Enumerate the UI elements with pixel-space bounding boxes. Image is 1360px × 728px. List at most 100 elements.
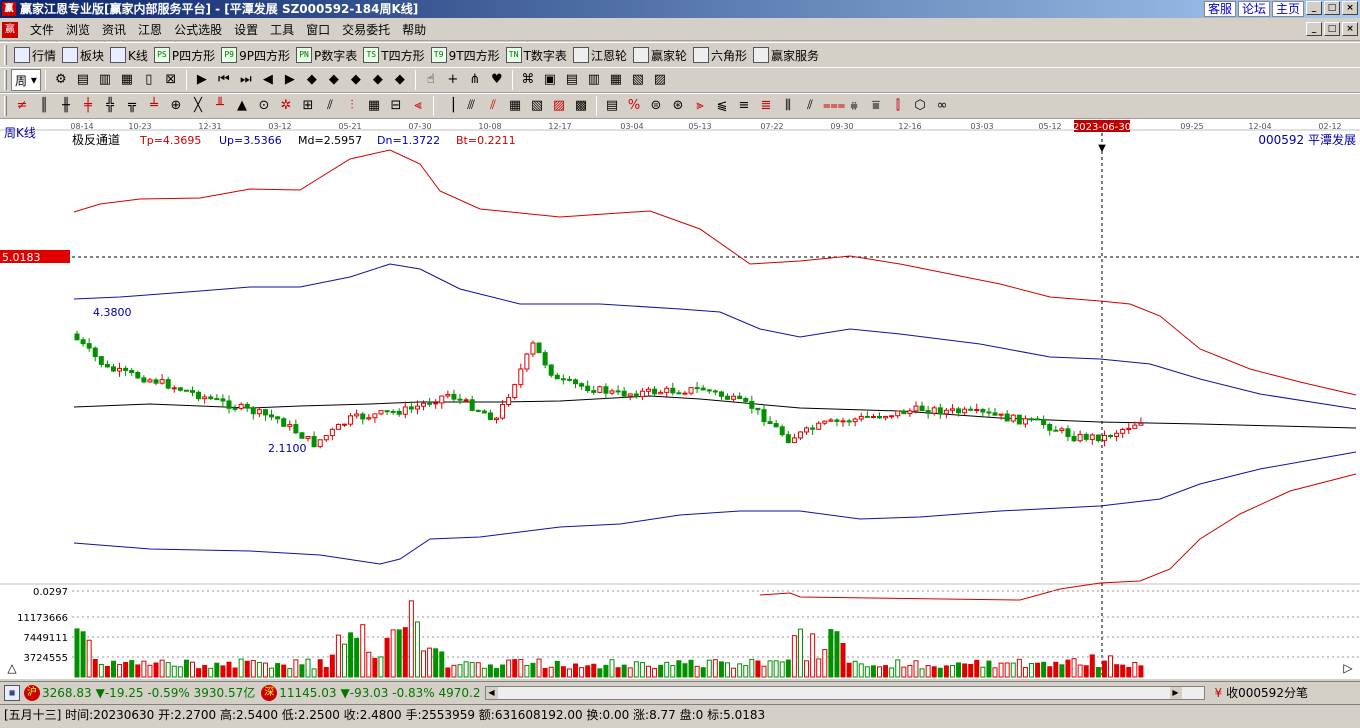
draw-tool-1-icon[interactable]: ║: [35, 97, 53, 115]
toolbar-btn-1[interactable]: 板块: [59, 44, 107, 66]
toolbar-btn-4[interactable]: P9 9P四方形: [218, 44, 293, 66]
toolbar-btn-9[interactable]: 江恩轮: [570, 44, 630, 66]
chart-tool-23-icon[interactable]: ▥: [585, 71, 603, 89]
child-minimize-button[interactable]: _: [1306, 22, 1322, 36]
toolbar-btn-2[interactable]: K线: [107, 44, 151, 66]
draw-tool-36-icon[interactable]: ⩶: [823, 97, 845, 115]
chart-tool-3-icon[interactable]: ▦: [118, 71, 136, 89]
chart-tool-16-icon[interactable]: ☝: [422, 71, 440, 89]
draw-tool-30-icon[interactable]: ⫸: [691, 97, 709, 115]
draw-tool-28-icon[interactable]: ⊜: [647, 97, 665, 115]
draw-tool-20-icon[interactable]: ⫻: [462, 97, 480, 115]
chart-tool-20-icon[interactable]: ⌘: [519, 71, 537, 89]
draw-tool-5-icon[interactable]: ╦: [123, 97, 141, 115]
toolbar-grip[interactable]: [4, 70, 7, 90]
home-link[interactable]: 主页: [1271, 1, 1304, 17]
chart-tool-19-icon[interactable]: ♥: [488, 71, 506, 89]
chart-tool-1-icon[interactable]: ▤: [74, 71, 92, 89]
chart-tool-10-icon[interactable]: ▶: [281, 71, 299, 89]
toolbar-grip[interactable]: [4, 96, 7, 116]
draw-tool-7-icon[interactable]: ⊕: [167, 97, 185, 115]
chart-tool-2-icon[interactable]: ▥: [96, 71, 114, 89]
draw-tool-8-icon[interactable]: ╳: [189, 97, 207, 115]
scroll-left-icon[interactable]: ◀: [485, 686, 498, 699]
app-menu-icon[interactable]: 赢: [2, 21, 18, 38]
menu-news[interactable]: 资讯: [96, 20, 132, 40]
kline-chart[interactable]: 08-14 10-23 12-31 03-12 05-21 07-30 10-08 12-17…: [0, 119, 1360, 679]
toolbar-btn-8[interactable]: TN T数字表: [503, 44, 570, 66]
chart-tool-0-icon[interactable]: ⚙: [52, 71, 70, 89]
draw-tool-4-icon[interactable]: ╬: [101, 97, 119, 115]
draw-tool-24-icon[interactable]: ▨: [550, 97, 568, 115]
menu-browse[interactable]: 浏览: [60, 20, 96, 40]
draw-tool-25-icon[interactable]: ▩: [572, 97, 590, 115]
draw-tool-19-icon[interactable]: ▕: [440, 97, 458, 115]
minimize-button[interactable]: _: [1306, 1, 1322, 15]
draw-tool-40-icon[interactable]: ⬡: [911, 97, 929, 115]
draw-tool-3-icon[interactable]: ╪: [79, 97, 97, 115]
draw-tool-35-icon[interactable]: ⫽: [801, 97, 819, 115]
draw-tool-11-icon[interactable]: ⊙: [255, 97, 273, 115]
draw-tool-31-icon[interactable]: ⫹: [713, 97, 731, 115]
menu-window[interactable]: 窗口: [300, 20, 336, 40]
menu-gann[interactable]: 江恩: [132, 20, 168, 40]
toolbar-btn-12[interactable]: 赢家服务: [750, 44, 822, 66]
draw-tool-0-icon[interactable]: ≠: [13, 97, 31, 115]
grid-icon[interactable]: ▦: [4, 684, 20, 701]
close-button[interactable]: ×: [1342, 1, 1358, 15]
chart-tool-8-icon[interactable]: ⏭: [237, 71, 255, 89]
draw-tool-6-icon[interactable]: ╧: [145, 97, 163, 115]
toolbar-btn-10[interactable]: 赢家轮: [630, 44, 690, 66]
chart-tool-11-icon[interactable]: ◆: [303, 71, 321, 89]
chart-tool-14-icon[interactable]: ◆: [369, 71, 387, 89]
draw-tool-9-icon[interactable]: ╨: [211, 97, 229, 115]
chart-tool-4-icon[interactable]: ▯: [140, 71, 158, 89]
draw-tool-32-icon[interactable]: ≡: [735, 97, 753, 115]
toolbar-btn-5[interactable]: PN P数字表: [293, 44, 360, 66]
toolbar-btn-7[interactable]: T9 9T四方形: [428, 44, 503, 66]
draw-tool-12-icon[interactable]: ✲: [277, 97, 295, 115]
draw-tool-41-icon[interactable]: ∞: [933, 97, 951, 115]
chart-tool-7-icon[interactable]: ⏮: [215, 71, 233, 89]
draw-tool-18-icon[interactable]: ⫷: [409, 97, 427, 115]
chart-tool-5-icon[interactable]: ⊠: [162, 71, 180, 89]
menu-trade[interactable]: 交易委托: [336, 20, 396, 40]
menu-tools[interactable]: 工具: [264, 20, 300, 40]
draw-tool-38-icon[interactable]: ⩸: [867, 97, 885, 115]
chart-tool-18-icon[interactable]: ⋔: [466, 71, 484, 89]
draw-tool-17-icon[interactable]: ⊟: [387, 97, 405, 115]
menu-formula[interactable]: 公式选股: [168, 20, 228, 40]
draw-tool-21-icon[interactable]: ⫽: [484, 97, 502, 115]
menu-settings[interactable]: 设置: [228, 20, 264, 40]
forum-link[interactable]: 论坛: [1237, 1, 1270, 17]
maximize-button[interactable]: □: [1324, 1, 1340, 15]
toolbar-btn-6[interactable]: TS T四方形: [360, 44, 427, 66]
chart-tool-6-icon[interactable]: ▶: [193, 71, 211, 89]
draw-tool-22-icon[interactable]: ▦: [506, 97, 524, 115]
draw-tool-34-icon[interactable]: ⫼: [779, 97, 797, 115]
horizontal-scrollbar[interactable]: ◀ ▶: [484, 685, 1205, 700]
chart-tool-22-icon[interactable]: ▤: [563, 71, 581, 89]
draw-tool-26-icon[interactable]: ▤: [603, 97, 621, 115]
draw-tool-37-icon[interactable]: ⩷: [845, 97, 863, 115]
draw-tool-27-icon[interactable]: %: [625, 97, 643, 115]
draw-tool-13-icon[interactable]: ⊞: [299, 97, 317, 115]
toolbar-grip[interactable]: [4, 45, 7, 65]
draw-tool-16-icon[interactable]: ▦: [365, 97, 383, 115]
menu-file[interactable]: 文件: [24, 20, 60, 40]
chart-tool-17-icon[interactable]: +: [444, 71, 462, 89]
draw-tool-23-icon[interactable]: ▧: [528, 97, 546, 115]
toolbar-btn-11[interactable]: 六角形: [690, 44, 750, 66]
chart-tool-13-icon[interactable]: ◆: [347, 71, 365, 89]
child-restore-button[interactable]: □: [1324, 22, 1340, 36]
menu-help[interactable]: 帮助: [396, 20, 432, 40]
chart-tool-9-icon[interactable]: ◀: [259, 71, 277, 89]
draw-tool-10-icon[interactable]: ▲: [233, 97, 251, 115]
chart-tool-21-icon[interactable]: ▣: [541, 71, 559, 89]
scroll-right-icon[interactable]: ▶: [1169, 686, 1182, 699]
toolbar-btn-3[interactable]: PS P四方形: [151, 44, 218, 66]
draw-tool-33-icon[interactable]: ≣: [757, 97, 775, 115]
draw-tool-2-icon[interactable]: ╫: [57, 97, 75, 115]
chart-tool-26-icon[interactable]: ▨: [651, 71, 669, 89]
customer-service-link[interactable]: 客服: [1203, 1, 1236, 17]
